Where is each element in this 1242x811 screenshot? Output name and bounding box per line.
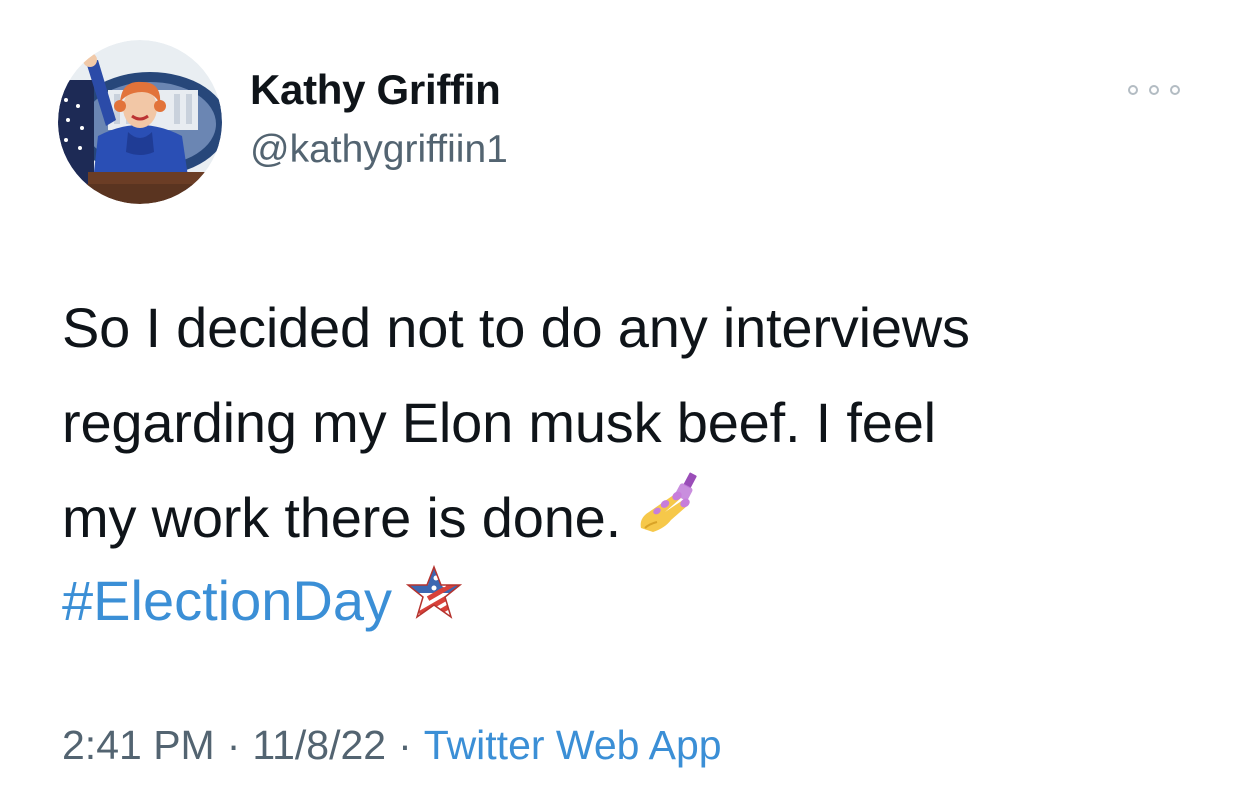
nail-polish-emoji (635, 469, 701, 564)
hashtag-link[interactable]: #ElectionDay (62, 569, 392, 632)
tweet-text-line-last: my work there is done. (62, 470, 1202, 570)
tweet-text-line: regarding my Elon musk beef. I feel (62, 391, 936, 454)
tweet-card: Kathy Griffin @kathygriffiin1 So I decid… (0, 0, 1242, 811)
tweet-text: So I decided not to do any interviews re… (62, 280, 1202, 570)
separator-dot: · (226, 722, 241, 768)
tweet-meta: 2:41 PM · 11/8/22 · Twitter Web App (62, 722, 722, 769)
separator-dot: · (398, 722, 412, 768)
more-dot (1149, 85, 1159, 95)
tweet-text-line: So I decided not to do any interviews (62, 296, 970, 359)
avatar[interactable] (58, 40, 222, 204)
author-handle[interactable]: @kathygriffiin1 (250, 128, 508, 172)
tweet-time[interactable]: 2:41 PM (62, 722, 215, 768)
more-options-icon[interactable] (1128, 76, 1180, 104)
hashtag-line: #ElectionDay (62, 563, 464, 643)
tweet-text-line: my work there is done. (62, 486, 621, 549)
tweet-source-link[interactable]: Twitter Web App (424, 722, 722, 768)
tweet-date[interactable]: 11/8/22 (252, 722, 386, 768)
more-dot (1128, 85, 1138, 95)
us-flag-star-emoji (404, 563, 464, 639)
author-name[interactable]: Kathy Griffin (250, 66, 501, 114)
more-dot (1170, 85, 1180, 95)
avatar-image (58, 40, 222, 204)
